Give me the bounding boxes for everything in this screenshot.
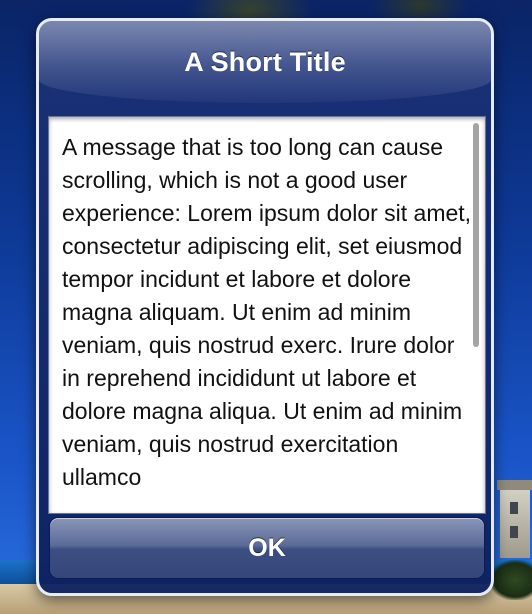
background-lighthouse	[497, 480, 532, 558]
scroll-indicator[interactable]	[473, 123, 479, 347]
alert-message-scroll-area[interactable]: A message that is too long can cause scr…	[48, 116, 486, 514]
alert-message: A message that is too long can cause scr…	[62, 134, 472, 490]
ok-button[interactable]: OK	[49, 517, 485, 579]
alert-dialog: A Short Title A message that is too long…	[36, 18, 494, 596]
lighthouse-window	[510, 526, 518, 538]
ok-button-label: OK	[248, 534, 286, 562]
background-tree	[490, 560, 532, 600]
alert-title: A Short Title	[184, 47, 346, 77]
lighthouse-window	[510, 502, 518, 514]
